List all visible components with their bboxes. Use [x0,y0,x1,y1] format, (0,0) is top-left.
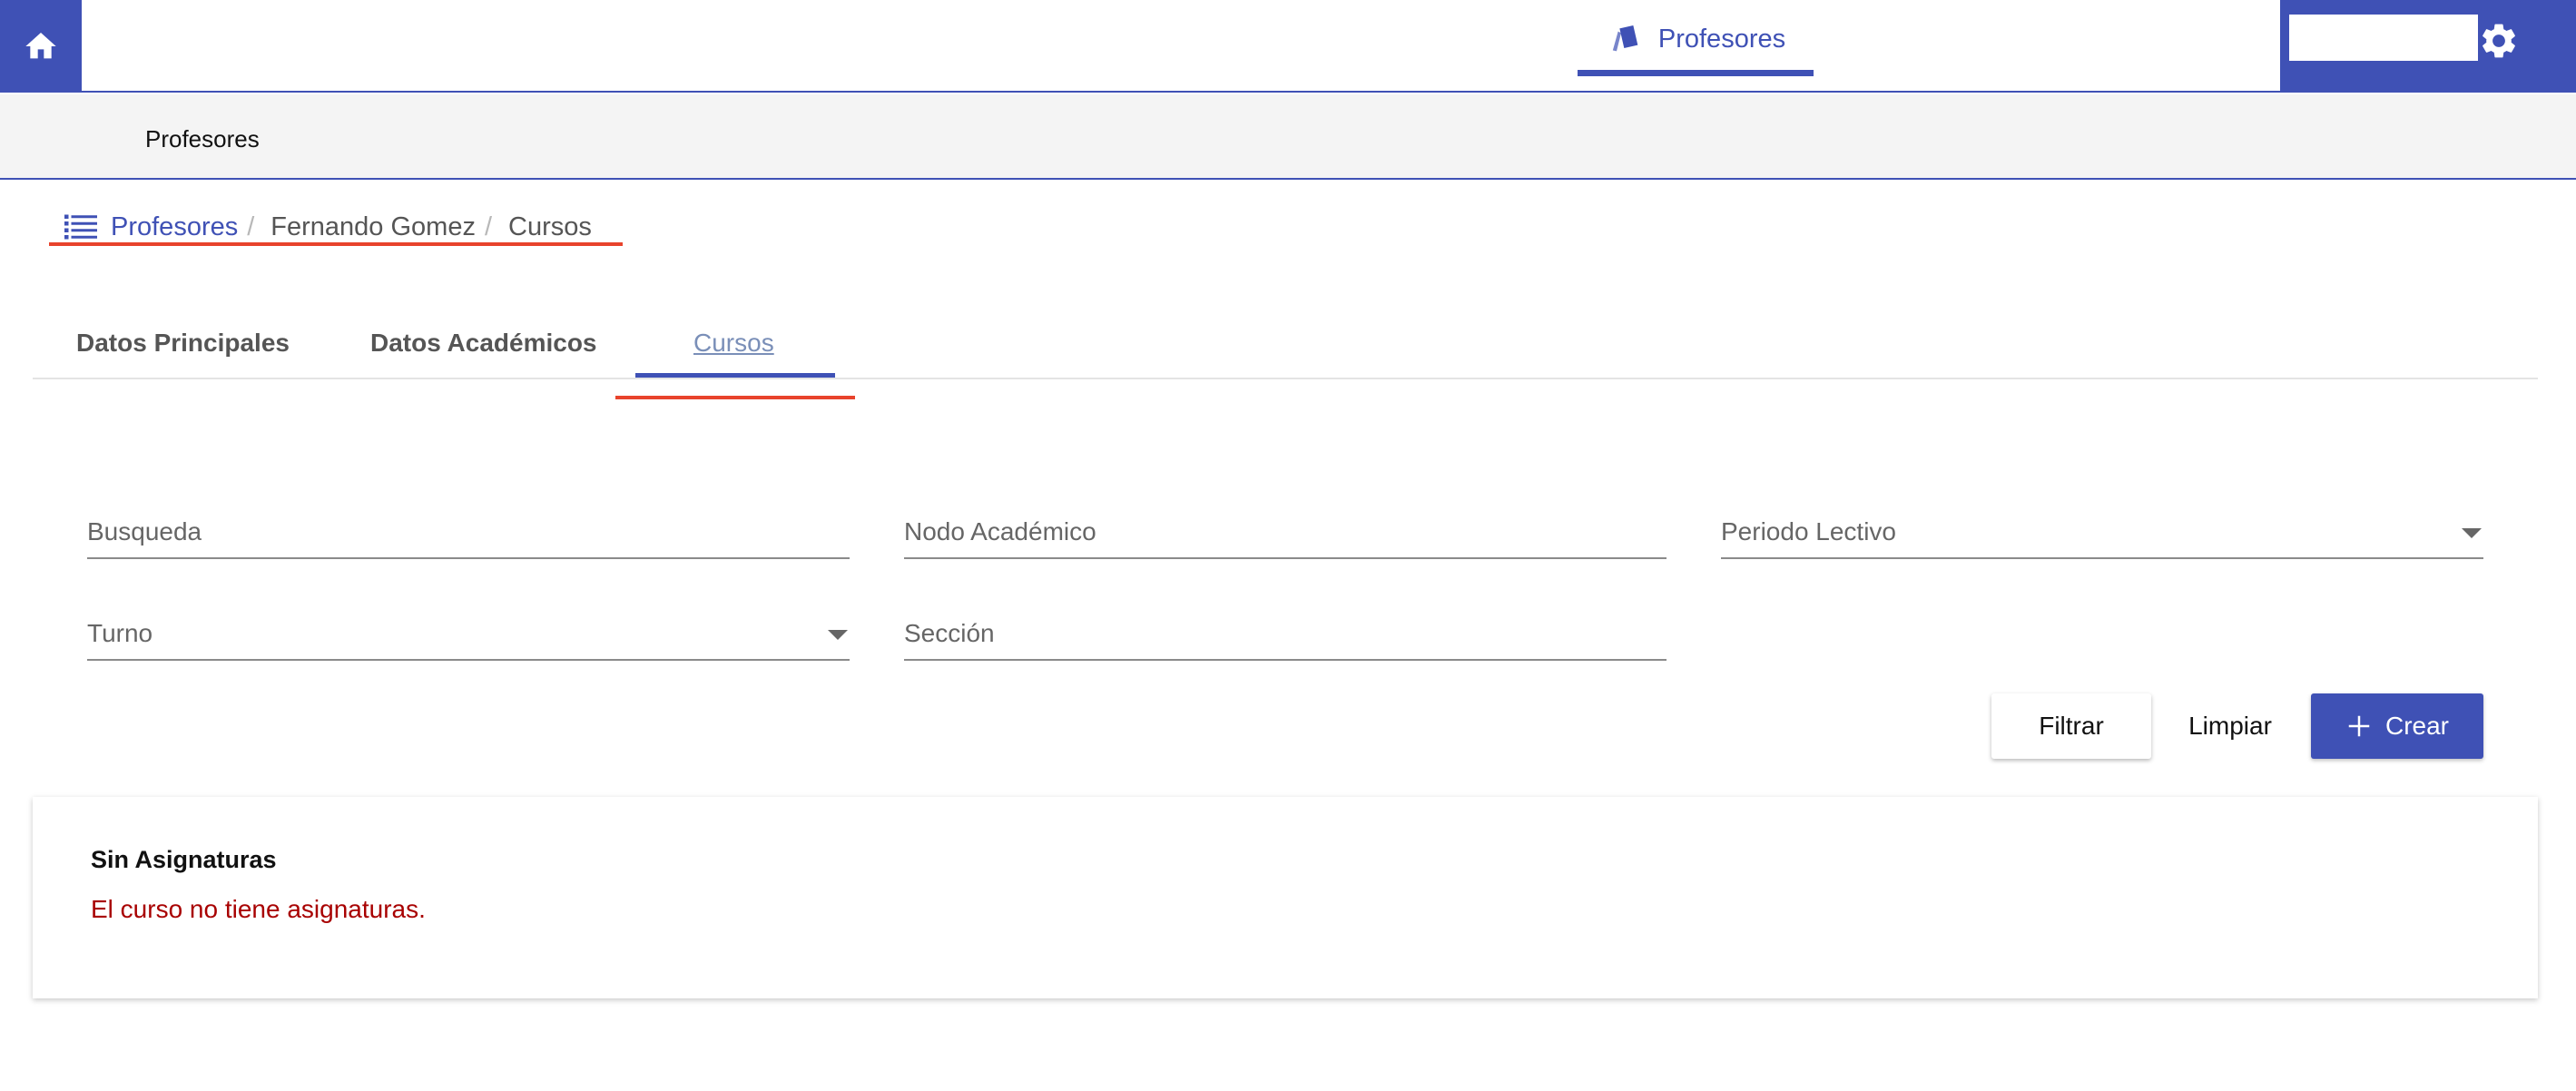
cards-icon [1612,25,1638,52]
nav-tab-indicator [1578,70,1814,76]
empty-state-message: El curso no tiene asignaturas. [91,895,426,923]
clear-button[interactable]: Limpiar [2171,693,2289,759]
list-icon [64,214,97,240]
periodo-lectivo-placeholder: Periodo Lectivo [1721,517,1897,546]
search-input[interactable]: Busqueda [87,508,850,559]
breadcrumb-item-teacher[interactable]: Fernando Gomez [270,212,476,242]
section-header: Profesores [0,94,2576,180]
tab-datos-academicos[interactable]: Datos Académicos [370,309,597,378]
tab-cursos[interactable]: Cursos [693,309,774,378]
active-tab-indicator [635,373,835,378]
gear-icon[interactable] [2478,20,2520,62]
home-button[interactable] [0,0,82,93]
active-tab-highlight [615,396,855,399]
breadcrumb-item-profesores[interactable]: Profesores [64,212,238,242]
breadcrumb-label: Profesores [111,211,239,241]
nodo-academico-input[interactable]: Nodo Académico [904,508,1667,559]
turno-select[interactable]: Turno [87,610,850,661]
top-bar [0,0,2576,93]
breadcrumb: Profesores / Fernando Gomez / Cursos [64,211,592,243]
search-placeholder: Busqueda [87,517,202,546]
create-button-label: Crear [2384,712,2449,740]
seccion-input[interactable]: Sección [904,610,1667,661]
nodo-academico-placeholder: Nodo Académico [904,517,1096,546]
breadcrumb-item-current: Cursos [508,211,592,241]
periodo-lectivo-select[interactable]: Periodo Lectivo [1721,508,2483,559]
chevron-down-icon [2462,528,2482,538]
empty-state-title: Sin Asignaturas [91,846,277,873]
breadcrumb-separator: / [247,211,255,241]
nav-tab-label: Profesores [1657,24,1786,54]
section-title: Profesores [145,125,260,152]
filter-button[interactable]: Filtrar [1991,693,2151,759]
home-icon [25,33,56,59]
seccion-placeholder: Sección [904,619,995,647]
nav-tab-profesores[interactable]: Profesores [1578,0,1814,78]
tab-datos-principales[interactable]: Datos Principales [76,309,290,378]
plus-icon [2348,715,2370,737]
create-button[interactable]: Crear [2311,693,2483,759]
empty-state-card: Sin Asignaturas El curso no tiene asigna… [33,797,2538,998]
breadcrumb-highlight [49,242,623,246]
user-menu[interactable] [2289,15,2478,61]
tab-bar: Datos Principales Datos Académicos Curso… [33,309,2538,379]
breadcrumb-separator: / [484,211,493,241]
turno-placeholder: Turno [87,619,153,647]
chevron-down-icon [828,630,848,640]
